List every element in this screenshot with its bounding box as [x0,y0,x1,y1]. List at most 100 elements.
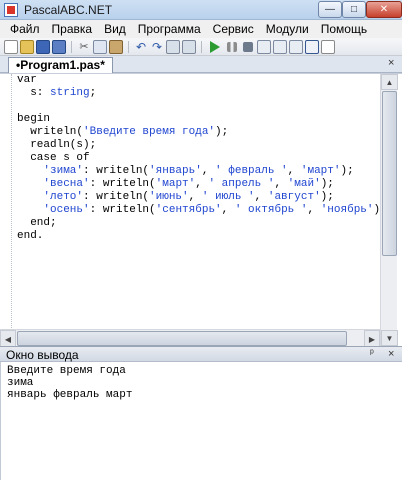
code-line: writeln('Введите время года'); [17,126,379,139]
menu-view[interactable]: Вид [98,22,132,36]
toolbar-separator [128,40,129,53]
open-file-icon[interactable] [20,39,34,54]
scroll-up-icon[interactable]: ▲ [381,74,398,90]
toolbar-separator [71,40,72,53]
code-token: ); [320,191,334,203]
code-line: end. [17,230,379,243]
output-panel-header: Окно вывода ᵖ × [0,346,402,362]
tab-program1[interactable]: •Program1.pas* [8,57,113,73]
menu-program[interactable]: Программа [132,22,207,36]
code-token: : writeln( [89,204,156,216]
output-panel[interactable]: Введите время года зима январь февраль м… [0,362,402,480]
code-token: ) [374,204,380,216]
code-editor[interactable]: var s: string; begin writeln('Введите вре… [0,73,402,346]
code-token: , [201,165,216,177]
minimize-button[interactable]: — [318,1,342,18]
code-token: 'ноябрь' [320,204,374,216]
code-line: 'зима': writeln('январь', ' февраль ', '… [17,165,379,178]
undo-icon[interactable]: ↶ [134,40,148,54]
close-tab-icon[interactable]: × [388,57,394,69]
code-token: var [17,74,37,86]
menu-help[interactable]: Помощь [315,22,373,36]
save-all-icon[interactable] [52,39,66,54]
code-token: , [221,204,235,216]
new-window-icon[interactable] [321,39,335,54]
output-panel-title: Окно вывода [6,348,79,362]
code-token: , [195,178,209,190]
code-token: 'Введите время года' [83,126,216,138]
code-line: 'весна': writeln('март', ' апрель ', 'ма… [17,178,379,191]
code-line: readln(s); [17,139,379,152]
menu-modules[interactable]: Модули [260,22,315,36]
step-over-icon[interactable] [257,39,271,54]
toolbar: ✂ ↶ ↷ [0,38,402,56]
editor-gutter [3,74,12,346]
code-token: : writeln( [89,178,156,190]
find-icon[interactable] [166,39,180,54]
code-token: ); [215,126,229,138]
save-icon[interactable] [36,39,50,54]
code-line: s: string; [17,87,379,100]
vertical-scrollbar[interactable]: ▲ ▼ [380,74,398,346]
paste-icon[interactable] [109,39,123,54]
menu-service[interactable]: Сервис [207,22,260,36]
output-line: Введите время года [7,365,126,377]
code-token: , [274,178,288,190]
code-token: string [50,87,90,99]
code-token: s: [17,87,51,99]
code-token: , [307,204,321,216]
output-line: январь февраль март [7,389,133,401]
horizontal-scroll-thumb[interactable] [17,331,347,346]
code-line: 'осень': writeln('сентябрь', ' октябрь '… [17,204,379,217]
code-line: var [17,74,379,87]
code-token: 'весна' [43,178,90,190]
title-bar: PascalABC.NET — □ ✕ [0,0,402,20]
code-token: , [188,191,202,203]
horizontal-scrollbar[interactable]: ◀ ▶ [0,329,380,347]
code-token: ' апрель ' [208,178,275,190]
code-token: 'март' [155,178,196,190]
scroll-right-icon[interactable]: ▶ [364,330,380,347]
code-token: ); [340,165,354,177]
code-token: end; [17,217,57,229]
close-output-icon[interactable]: × [388,348,394,360]
code-token: 'осень' [43,204,90,216]
pause-icon[interactable] [227,41,237,52]
code-token: readln(s); [17,139,97,151]
pin-icon[interactable]: ᵖ [370,348,374,359]
code-token: end. [17,230,44,242]
output-window-icon[interactable] [305,39,319,54]
code-line: case s of [17,152,379,165]
toolbar-separator [201,40,202,53]
code-line: 'лето': writeln('июнь', ' июль ', 'авгус… [17,191,379,204]
run-icon[interactable] [210,40,220,53]
code-token: 'лето' [43,191,84,203]
redo-icon[interactable]: ↷ [150,40,164,54]
code-token: ' февраль ' [215,165,288,177]
step-out-icon[interactable] [289,39,303,54]
code-token: ); [320,178,334,190]
replace-icon[interactable] [182,39,196,54]
scroll-left-icon[interactable]: ◀ [0,330,16,347]
vertical-scroll-thumb[interactable] [382,91,397,256]
menu-file[interactable]: Файл [4,22,46,36]
code-token: ' июль ' [201,191,255,203]
new-file-icon[interactable] [4,39,18,54]
step-into-icon[interactable] [273,39,287,54]
stop-icon[interactable] [243,41,253,52]
output-line: зима [7,377,34,389]
copy-icon[interactable] [93,39,107,54]
editor-tab-strip: •Program1.pas* × [0,56,402,73]
close-button[interactable]: ✕ [366,1,402,18]
cut-icon[interactable]: ✂ [77,40,91,54]
window-title: PascalABC.NET [24,3,113,17]
menu-bar: Файл Правка Вид Программа Сервис Модули … [0,20,402,38]
menu-edit[interactable]: Правка [46,22,99,36]
scroll-down-icon[interactable]: ▼ [381,330,398,346]
maximize-button[interactable]: □ [342,1,366,18]
code-area[interactable]: var s: string; begin writeln('Введите вре… [17,74,379,346]
